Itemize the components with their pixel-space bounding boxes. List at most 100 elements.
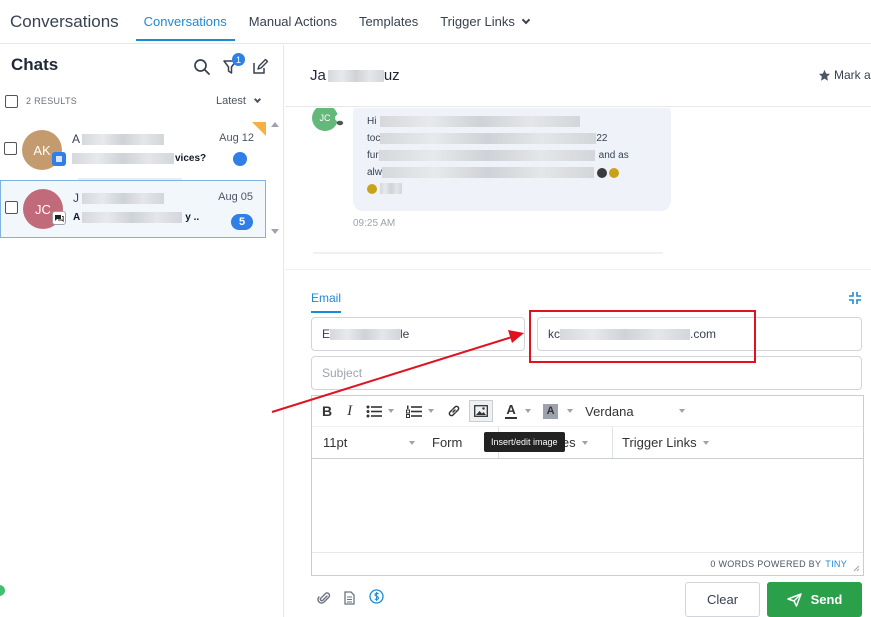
- insert-image-button[interactable]: [469, 400, 494, 422]
- link-icon: [448, 405, 460, 417]
- redacted-text: [82, 133, 165, 145]
- scroll-down-icon[interactable]: [271, 229, 279, 234]
- trigger-links-label: Trigger Links: [622, 435, 697, 450]
- unread-dot: [233, 152, 247, 166]
- tab-manual-actions[interactable]: Manual Actions: [241, 0, 345, 44]
- tab-conversations[interactable]: Conversations: [135, 0, 235, 44]
- message-line: toc 22: [367, 133, 607, 144]
- insert-image-tooltip: Insert/edit image: [484, 432, 565, 452]
- redacted-text: [327, 69, 384, 82]
- image-icon: [474, 405, 489, 417]
- emoji-icon: [367, 183, 377, 194]
- text-color-swatch: [505, 416, 518, 419]
- composer-tools: [317, 589, 384, 605]
- redacted-text: [72, 153, 174, 164]
- chat-preview: A y ..: [73, 212, 199, 223]
- results-count: 2 RESULTS: [26, 96, 78, 106]
- chat-list-item-selected[interactable]: JC J A y .. Aug 05 5: [0, 180, 266, 238]
- italic-button[interactable]: I: [347, 403, 352, 420]
- document-icon[interactable]: [343, 591, 356, 605]
- chevron-down-icon: [253, 95, 262, 103]
- select-all-checkbox[interactable]: [5, 94, 18, 108]
- clear-button[interactable]: Clear: [685, 582, 760, 617]
- collapse-icon[interactable]: [848, 291, 862, 305]
- toolbar-divider: [612, 427, 613, 458]
- trigger-links-select[interactable]: Trigger Links: [622, 435, 709, 450]
- numbered-list-icon: [406, 405, 423, 418]
- redacted-text: [330, 328, 401, 340]
- tab-trigger-links[interactable]: Trigger Links: [432, 0, 537, 44]
- message-text: and as: [598, 150, 629, 161]
- message-line: [367, 183, 402, 194]
- resize-handle-icon[interactable]: [853, 565, 860, 572]
- attachment-icon[interactable]: [317, 591, 331, 605]
- chat-list-item[interactable]: AK A vices? Aug 12: [0, 122, 266, 180]
- from-field[interactable]: E le: [311, 317, 525, 351]
- message-line: fur and as: [367, 150, 629, 161]
- editor-toolbar-row-1: B I A A Verdana: [312, 396, 863, 427]
- chat-contact-name: A: [72, 132, 165, 146]
- chat-contact-name: J: [73, 191, 164, 205]
- from-text-start: E: [322, 327, 331, 341]
- link-button[interactable]: [447, 404, 461, 418]
- chat-preview-text: vices?: [175, 153, 207, 164]
- highlight-box: [529, 310, 756, 363]
- chat-name-text: A: [72, 132, 81, 146]
- numbered-list-button[interactable]: [406, 405, 435, 418]
- mark-as-button[interactable]: Mark a: [818, 68, 871, 82]
- message-text: Hi: [367, 116, 377, 127]
- from-text-end: le: [400, 327, 410, 341]
- search-icon[interactable]: [193, 58, 211, 76]
- sort-dropdown[interactable]: Latest: [216, 95, 262, 107]
- tiny-link[interactable]: TINY: [825, 559, 847, 569]
- redacted-text: [380, 133, 597, 144]
- emoji-icon: [597, 167, 608, 178]
- bold-button[interactable]: B: [322, 403, 332, 419]
- unread-count-badge: 5: [231, 214, 253, 230]
- chat-checkbox[interactable]: [4, 142, 17, 155]
- word-count: 0 WORDS POWERED BY: [710, 559, 822, 569]
- tab-templates[interactable]: Templates: [351, 0, 426, 44]
- compose-icon[interactable]: [251, 58, 269, 76]
- message-thread: JC Hi toc 22 fur and as alw 09:25 AM: [285, 108, 871, 270]
- mark-as-label: Mark a: [834, 68, 871, 82]
- font-size-select[interactable]: 11pt: [323, 435, 415, 450]
- app-title: Conversations: [10, 11, 119, 31]
- font-family-select[interactable]: Verdana: [585, 404, 686, 419]
- message-text: fur: [367, 150, 379, 161]
- editor-status-bar: 0 WORDS POWERED BY TINY: [312, 552, 863, 575]
- chat-checkbox[interactable]: [5, 201, 18, 214]
- tab-trigger-links-label: Trigger Links: [440, 14, 515, 29]
- app-root: Conversations Conversations Manual Actio…: [0, 0, 871, 617]
- bullet-list-button[interactable]: [366, 405, 395, 418]
- message-text: alw: [367, 167, 383, 178]
- redacted-text: [378, 150, 595, 161]
- send-icon: [786, 592, 802, 607]
- tab-email[interactable]: Email: [311, 291, 342, 313]
- message-line: alw: [367, 167, 620, 178]
- editor-body[interactable]: [312, 459, 863, 549]
- priority-corner: [252, 122, 266, 136]
- scroll-up-icon[interactable]: [271, 122, 279, 127]
- emoji-icon: [609, 167, 620, 178]
- text-color-button[interactable]: A: [505, 403, 518, 419]
- star-icon: [818, 69, 831, 81]
- message-text: toc: [367, 133, 381, 144]
- next-message-edge: [313, 252, 663, 254]
- send-button[interactable]: Send: [767, 582, 862, 617]
- redacted-text: [82, 192, 164, 204]
- chat-list-scrollbar[interactable]: [268, 122, 282, 242]
- chevron-down-icon: [521, 15, 531, 24]
- redacted-text: [380, 183, 402, 194]
- message-bubble: Hi toc 22 fur and as alw: [353, 108, 671, 211]
- conversation-header: Ja uz Mark a: [285, 45, 871, 107]
- chat-preview-text-start: A: [73, 212, 81, 223]
- redacted-text: [380, 116, 581, 127]
- message-line: Hi: [367, 116, 581, 127]
- filter-count-badge: 1: [232, 53, 245, 66]
- background-color-button[interactable]: A: [543, 403, 559, 419]
- redacted-text: [82, 212, 183, 223]
- send-label: Send: [810, 592, 843, 607]
- payment-icon[interactable]: [369, 589, 384, 604]
- bullet-list-icon: [366, 405, 383, 417]
